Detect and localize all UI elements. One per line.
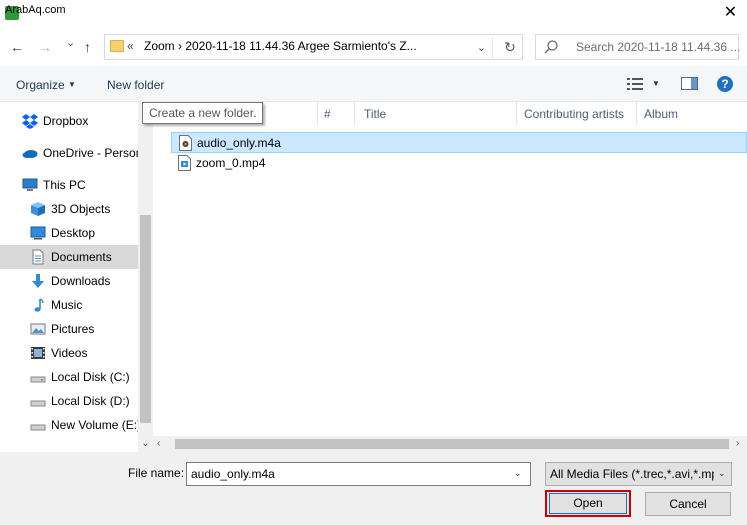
cancel-button[interactable]: Cancel xyxy=(645,492,731,516)
sidebar-scroll-thumb[interactable] xyxy=(140,215,151,423)
file-row-zoom-0[interactable]: zoom_0.mp4 xyxy=(171,153,747,174)
sidebar-item-label: Desktop xyxy=(51,226,96,240)
command-toolbar: Organize ▼ New folder ▼ ? xyxy=(0,66,747,102)
downloads-icon xyxy=(32,274,44,288)
videos-icon xyxy=(31,347,45,359)
sidebar-item-label: Music xyxy=(51,298,83,312)
column-divider[interactable] xyxy=(636,102,637,126)
address-dropdown-button[interactable]: ⌄ xyxy=(471,37,493,59)
chevron-down-icon[interactable]: ▼ xyxy=(68,80,76,89)
sidebar-item-local-disk-c[interactable]: Local Disk (C:) xyxy=(0,365,140,389)
sidebar-item-local-disk-d[interactable]: Local Disk (D:) xyxy=(0,389,140,413)
sidebar-item-this-pc[interactable]: This PC xyxy=(0,173,140,197)
close-button[interactable]: ✕ xyxy=(714,0,747,26)
chevron-down-icon: ⌄ xyxy=(718,468,726,478)
sidebar-item-label: OneDrive - Person xyxy=(43,146,143,160)
file-type-filter-value: All Media Files (*.trec,*.avi,*.mp xyxy=(550,467,714,481)
drive-icon xyxy=(30,400,46,407)
navigation-pane: Dropbox OneDrive - Person This PC 3D Obj… xyxy=(0,102,153,452)
sidebar-item-label: This PC xyxy=(43,178,86,192)
pictures-icon xyxy=(30,323,46,335)
sidebar-item-onedrive[interactable]: OneDrive - Person xyxy=(0,141,143,165)
sidebar-item-music[interactable]: Music xyxy=(0,293,140,317)
sidebar-item-dropbox[interactable]: Dropbox xyxy=(0,109,140,133)
drive-icon xyxy=(30,376,46,383)
file-name: zoom_0.mp4 xyxy=(196,156,266,170)
forward-button[interactable]: → xyxy=(38,39,52,55)
sidebar-item-documents[interactable]: Documents xyxy=(0,245,140,269)
search-icon xyxy=(544,40,558,54)
hscroll-thumb[interactable] xyxy=(175,439,729,449)
scroll-down-arrow[interactable]: ⌄ xyxy=(138,436,153,452)
column-header-album[interactable]: Album xyxy=(644,107,678,121)
up-button[interactable]: ↑ xyxy=(84,39,91,55)
file-name-label: File name: xyxy=(128,466,185,480)
search-input[interactable]: Search 2020-11-18 11.44.36 ... xyxy=(576,40,740,54)
sidebar-item-label: Videos xyxy=(51,346,88,360)
file-name-input[interactable] xyxy=(186,462,531,486)
breadcrumb-overflow[interactable]: « xyxy=(127,39,134,53)
title-bar: ArabAq.com ✕ xyxy=(0,0,747,28)
window-title: ArabAq.com xyxy=(5,4,66,16)
column-header-contributing-artists[interactable]: Contributing artists xyxy=(524,107,624,121)
onedrive-icon xyxy=(22,150,38,158)
view-options-icon[interactable] xyxy=(627,78,643,90)
sidebar-item-label: Documents xyxy=(51,250,112,264)
audio-file-icon xyxy=(179,135,192,151)
preview-pane-icon[interactable] xyxy=(681,77,698,90)
column-header-number[interactable]: # xyxy=(324,107,331,121)
file-type-filter[interactable]: All Media Files (*.trec,*.avi,*.mp ⌄ xyxy=(545,462,732,486)
folder-icon xyxy=(110,40,124,52)
dropbox-icon xyxy=(22,114,38,129)
file-name: audio_only.m4a xyxy=(197,136,281,150)
sidebar-item-label: 3D Objects xyxy=(51,202,111,216)
help-icon[interactable]: ? xyxy=(717,76,733,92)
new-folder-button[interactable]: New folder xyxy=(107,78,164,92)
column-divider[interactable] xyxy=(317,102,318,126)
breadcrumb[interactable]: Zoom › 2020-11-18 11.44.36 Argee Sarmien… xyxy=(144,39,444,53)
sidebar-item-downloads[interactable]: Downloads xyxy=(0,269,140,293)
sidebar-item-desktop[interactable]: Desktop xyxy=(0,221,140,245)
sidebar-item-label: Local Disk (C:) xyxy=(51,370,130,384)
column-header-title[interactable]: Title xyxy=(364,107,386,121)
organize-button[interactable]: Organize xyxy=(16,78,65,92)
navigation-bar: ← → ⌄ ↑ « Zoom › 2020-11-18 11.44.36 Arg… xyxy=(0,28,747,66)
column-divider[interactable] xyxy=(354,102,355,126)
3d-objects-icon xyxy=(31,202,45,216)
sidebar-item-label: Dropbox xyxy=(43,114,89,128)
sidebar-item-3d-objects[interactable]: 3D Objects xyxy=(0,197,140,221)
scroll-left-arrow[interactable]: ‹ xyxy=(157,436,160,452)
file-row-audio-only[interactable]: audio_only.m4a xyxy=(171,132,747,153)
video-file-icon xyxy=(178,155,191,171)
tooltip: Create a new folder. xyxy=(142,102,264,124)
column-divider[interactable] xyxy=(516,102,517,126)
desktop-icon xyxy=(30,226,46,240)
search-box[interactable]: Search 2020-11-18 11.44.36 ... xyxy=(535,34,740,60)
scroll-right-arrow[interactable]: › xyxy=(736,436,739,452)
recent-locations-button[interactable]: ⌄ xyxy=(66,35,75,51)
sidebar-item-new-volume-e[interactable]: New Volume (E:) xyxy=(0,413,142,437)
sidebar-item-pictures[interactable]: Pictures xyxy=(0,317,140,341)
sidebar-item-label: New Volume (E:) xyxy=(51,418,142,432)
address-bar[interactable]: « Zoom › 2020-11-18 11.44.36 Argee Sarmi… xyxy=(104,34,523,60)
documents-icon xyxy=(32,249,44,265)
sidebar-item-label: Local Disk (D:) xyxy=(51,394,130,408)
sidebar-item-label: Downloads xyxy=(51,274,111,288)
back-button[interactable]: ← xyxy=(10,39,24,55)
sidebar-item-videos[interactable]: Videos xyxy=(0,341,140,365)
sidebar-item-label: Pictures xyxy=(51,322,95,336)
file-name-dropdown-icon[interactable]: ⌄ xyxy=(514,468,522,479)
view-dropdown-icon[interactable]: ▼ xyxy=(652,79,660,88)
pc-icon xyxy=(22,178,38,191)
open-button-label: Open xyxy=(573,496,603,510)
open-button[interactable]: Open xyxy=(545,490,631,517)
drive-icon xyxy=(30,424,46,431)
refresh-button[interactable]: ↻ xyxy=(499,36,521,58)
music-icon xyxy=(34,298,44,312)
